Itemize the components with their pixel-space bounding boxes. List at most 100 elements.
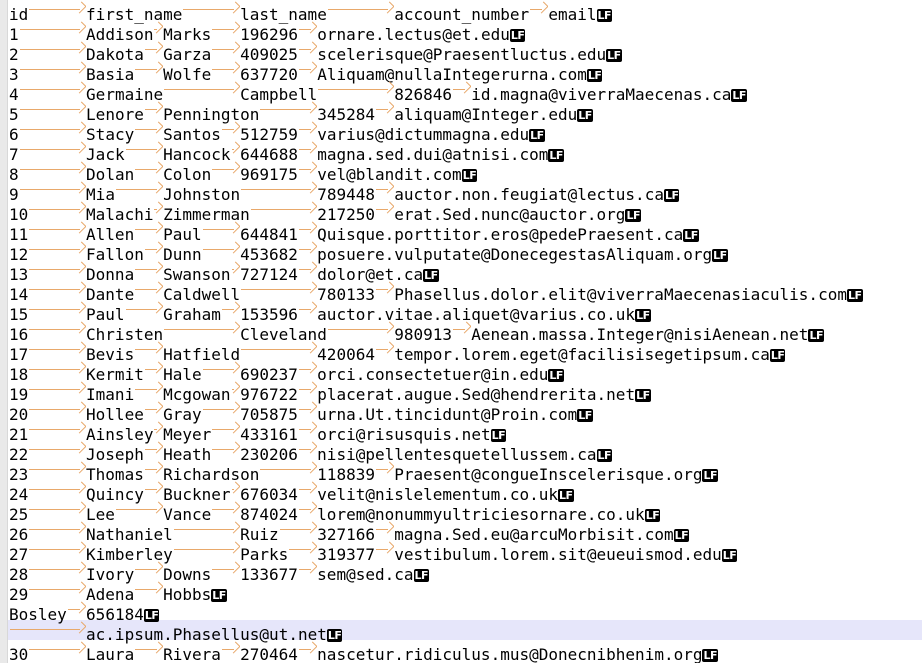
tab-arrow-icon (144, 360, 163, 380)
tab-arrow-icon (375, 280, 394, 300)
tab-arrow-icon (298, 640, 317, 660)
editor-line[interactable]: 18 Kermit Hale 690237 orci.consectetuer@in.e… (0, 360, 922, 384)
editor-line[interactable]: 22 Joseph Heath 230206 nisi@pellentesquetell… (0, 440, 922, 464)
eol-marker-badge: LF (211, 589, 227, 602)
tab-arrow-icon (231, 480, 241, 500)
tab-arrow-icon (125, 140, 164, 160)
tab-arrow-icon (28, 200, 86, 220)
editor-line[interactable]: 3 Basia Wolfe 637720 Aliquam@nullaIntegerurn… (0, 60, 922, 84)
tab-arrow-icon (298, 40, 317, 60)
editor-line[interactable]: 6 Stacy Santos 512759 varius@dictummagna.edu… (0, 120, 922, 144)
tab-arrow-icon (529, 0, 548, 20)
tab-arrow-icon (231, 380, 241, 400)
editor-line[interactable]: 12 Fallon Dunn 453682 posuere.vulputate@Done… (0, 240, 922, 264)
editor-line[interactable]: 5 Lenore Pennington 345284 aliquam@Integer.e… (0, 100, 922, 124)
tab-arrow-icon (375, 180, 394, 200)
editor-line[interactable]: id first_name last_name account_number email… (0, 0, 922, 24)
tab-arrow-icon (259, 100, 317, 120)
editor-line[interactable]: 17 Bevis Hatfield 420064 tempor.lorem.eget@f… (0, 340, 922, 364)
tab-arrow-icon (240, 280, 317, 300)
editor-line[interactable]: 21 Ainsley Meyer 433161 orci@risusquis.netLF (0, 420, 922, 444)
tab-arrow-icon (452, 320, 471, 340)
tab-arrow-icon (134, 60, 163, 80)
tab-arrow-icon (298, 140, 317, 160)
eol-marker-badge: LF (596, 9, 613, 22)
editor-line[interactable]: 2 Dakota Garza 409025 scelerisque@Praesentlu… (0, 40, 922, 64)
tab-arrow-icon (317, 80, 394, 100)
tab-arrow-icon (202, 220, 241, 240)
tab-arrow-icon (211, 420, 240, 440)
tab-arrow-icon (221, 120, 240, 140)
editor-line[interactable]: 10 Malachi Zimmerman 217250 erat.Sed.nunc@au… (0, 200, 922, 224)
editor-line[interactable]: 16 Christen Cleveland 980913 Aenean.massa.In… (0, 320, 922, 344)
eol-marker-badge: LF (808, 329, 824, 342)
tab-arrow-icon (298, 120, 317, 140)
tab-arrow-icon (298, 20, 317, 40)
tab-arrow-icon (298, 420, 317, 440)
tab-arrow-icon (211, 440, 240, 460)
text-run: 30 (9, 645, 29, 663)
tab-arrow-icon (28, 500, 86, 520)
tab-arrow-icon (327, 0, 394, 20)
text-run: Rivera (163, 645, 221, 663)
tab-arrow-icon (375, 520, 394, 540)
editor-line[interactable]: 8 Dolan Colon 969175 vel@blandit.comLF (0, 160, 922, 184)
editor-fold-margin[interactable] (0, 0, 8, 663)
editor-line[interactable]: 11 Allen Paul 644841 Quisque.porttitor.eros@… (0, 220, 922, 244)
tab-arrow-icon (19, 80, 86, 100)
text-editor[interactable]: id first_name last_name account_number email… (0, 0, 922, 663)
editor-text-area[interactable]: id first_name last_name account_number email… (0, 0, 922, 663)
tab-arrow-icon (28, 540, 86, 560)
editor-line[interactable]: 29 Adena HobbsLF (0, 580, 922, 604)
tab-arrow-icon (298, 220, 317, 240)
eol-marker-badge: LF (769, 349, 786, 362)
tab-arrow-icon (28, 280, 86, 300)
tab-arrow-icon (67, 600, 86, 620)
editor-line[interactable]: 7 Jack Hancock 644688 magna.sed.dui@atnisi.c… (0, 140, 922, 164)
text-run: Hobbs (163, 585, 212, 604)
tab-arrow-icon (28, 520, 86, 540)
editor-line[interactable]: 9 Mia Johnston 789448 auctor.non.feugiat@lec… (0, 180, 922, 204)
tab-arrow-icon (28, 460, 86, 480)
tab-arrow-icon (182, 0, 240, 20)
text-run: vestibulum.lorem.sit@eueuismod.edu (394, 545, 722, 564)
tab-arrow-icon (144, 460, 163, 480)
editor-line[interactable]: ac.ipsum.Phasellus@ut.netLF (0, 620, 922, 644)
tab-arrow-icon (298, 260, 317, 280)
tab-arrow-icon (28, 440, 86, 460)
editor-line[interactable]: 19 Imani Mcgowan 976722 placerat.augue.Sed@h… (0, 380, 922, 404)
tab-arrow-icon (9, 620, 86, 640)
editor-line[interactable]: 26 Nathaniel Ruiz 327166 magna.Sed.eu@arcuMo… (0, 520, 922, 544)
tab-arrow-icon (452, 80, 471, 100)
tab-arrow-icon (202, 240, 241, 260)
tab-arrow-icon (28, 240, 86, 260)
tab-arrow-icon (221, 640, 240, 660)
tab-arrow-icon (375, 100, 394, 120)
eol-marker-badge: LF (606, 49, 622, 62)
tab-arrow-icon (163, 320, 240, 340)
editor-line[interactable]: Bosley 656184LF (0, 600, 922, 624)
editor-line[interactable]: 24 Quincy Buckner 676034 velit@nislelementum… (0, 480, 922, 504)
tab-arrow-icon (173, 540, 240, 560)
tab-arrow-icon (28, 400, 86, 420)
editor-line[interactable]: 4 Germaine Campbell 826846 id.magna@viverraM… (0, 80, 922, 104)
tab-arrow-icon (28, 480, 86, 500)
tab-arrow-icon (28, 300, 86, 320)
tab-arrow-icon (211, 500, 240, 520)
tab-arrow-icon (19, 60, 86, 80)
editor-line[interactable]: 23 Thomas Richardson 118839 Praesent@congueI… (0, 460, 922, 484)
tab-arrow-icon (19, 180, 86, 200)
tab-arrow-icon (250, 200, 317, 220)
eol-marker-badge: LF (413, 569, 430, 582)
tab-arrow-icon (134, 160, 163, 180)
editor-line[interactable]: 20 Hollee Gray 705875 urna.Ut.tincidunt@Proi… (0, 400, 922, 424)
tab-arrow-icon (144, 440, 163, 460)
editor-line[interactable]: 14 Dante Caldwell 780133 Phasellus.dolor.eli… (0, 280, 922, 304)
editor-line[interactable]: 1 Addison Marks 196296 ornare.lectus@et.eduL… (0, 20, 922, 44)
tab-arrow-icon (211, 40, 240, 60)
tab-arrow-icon (327, 320, 394, 340)
tab-arrow-icon (153, 420, 163, 440)
editor-line[interactable]: 27 Kimberley Parks 319377 vestibulum.lorem.s… (0, 540, 922, 564)
editor-line[interactable]: 25 Lee Vance 874024 lorem@nonummyultriciesor… (0, 500, 922, 524)
editor-line[interactable]: 30 Laura Rivera 270464 nascetur.ridiculus.mu… (0, 640, 922, 663)
